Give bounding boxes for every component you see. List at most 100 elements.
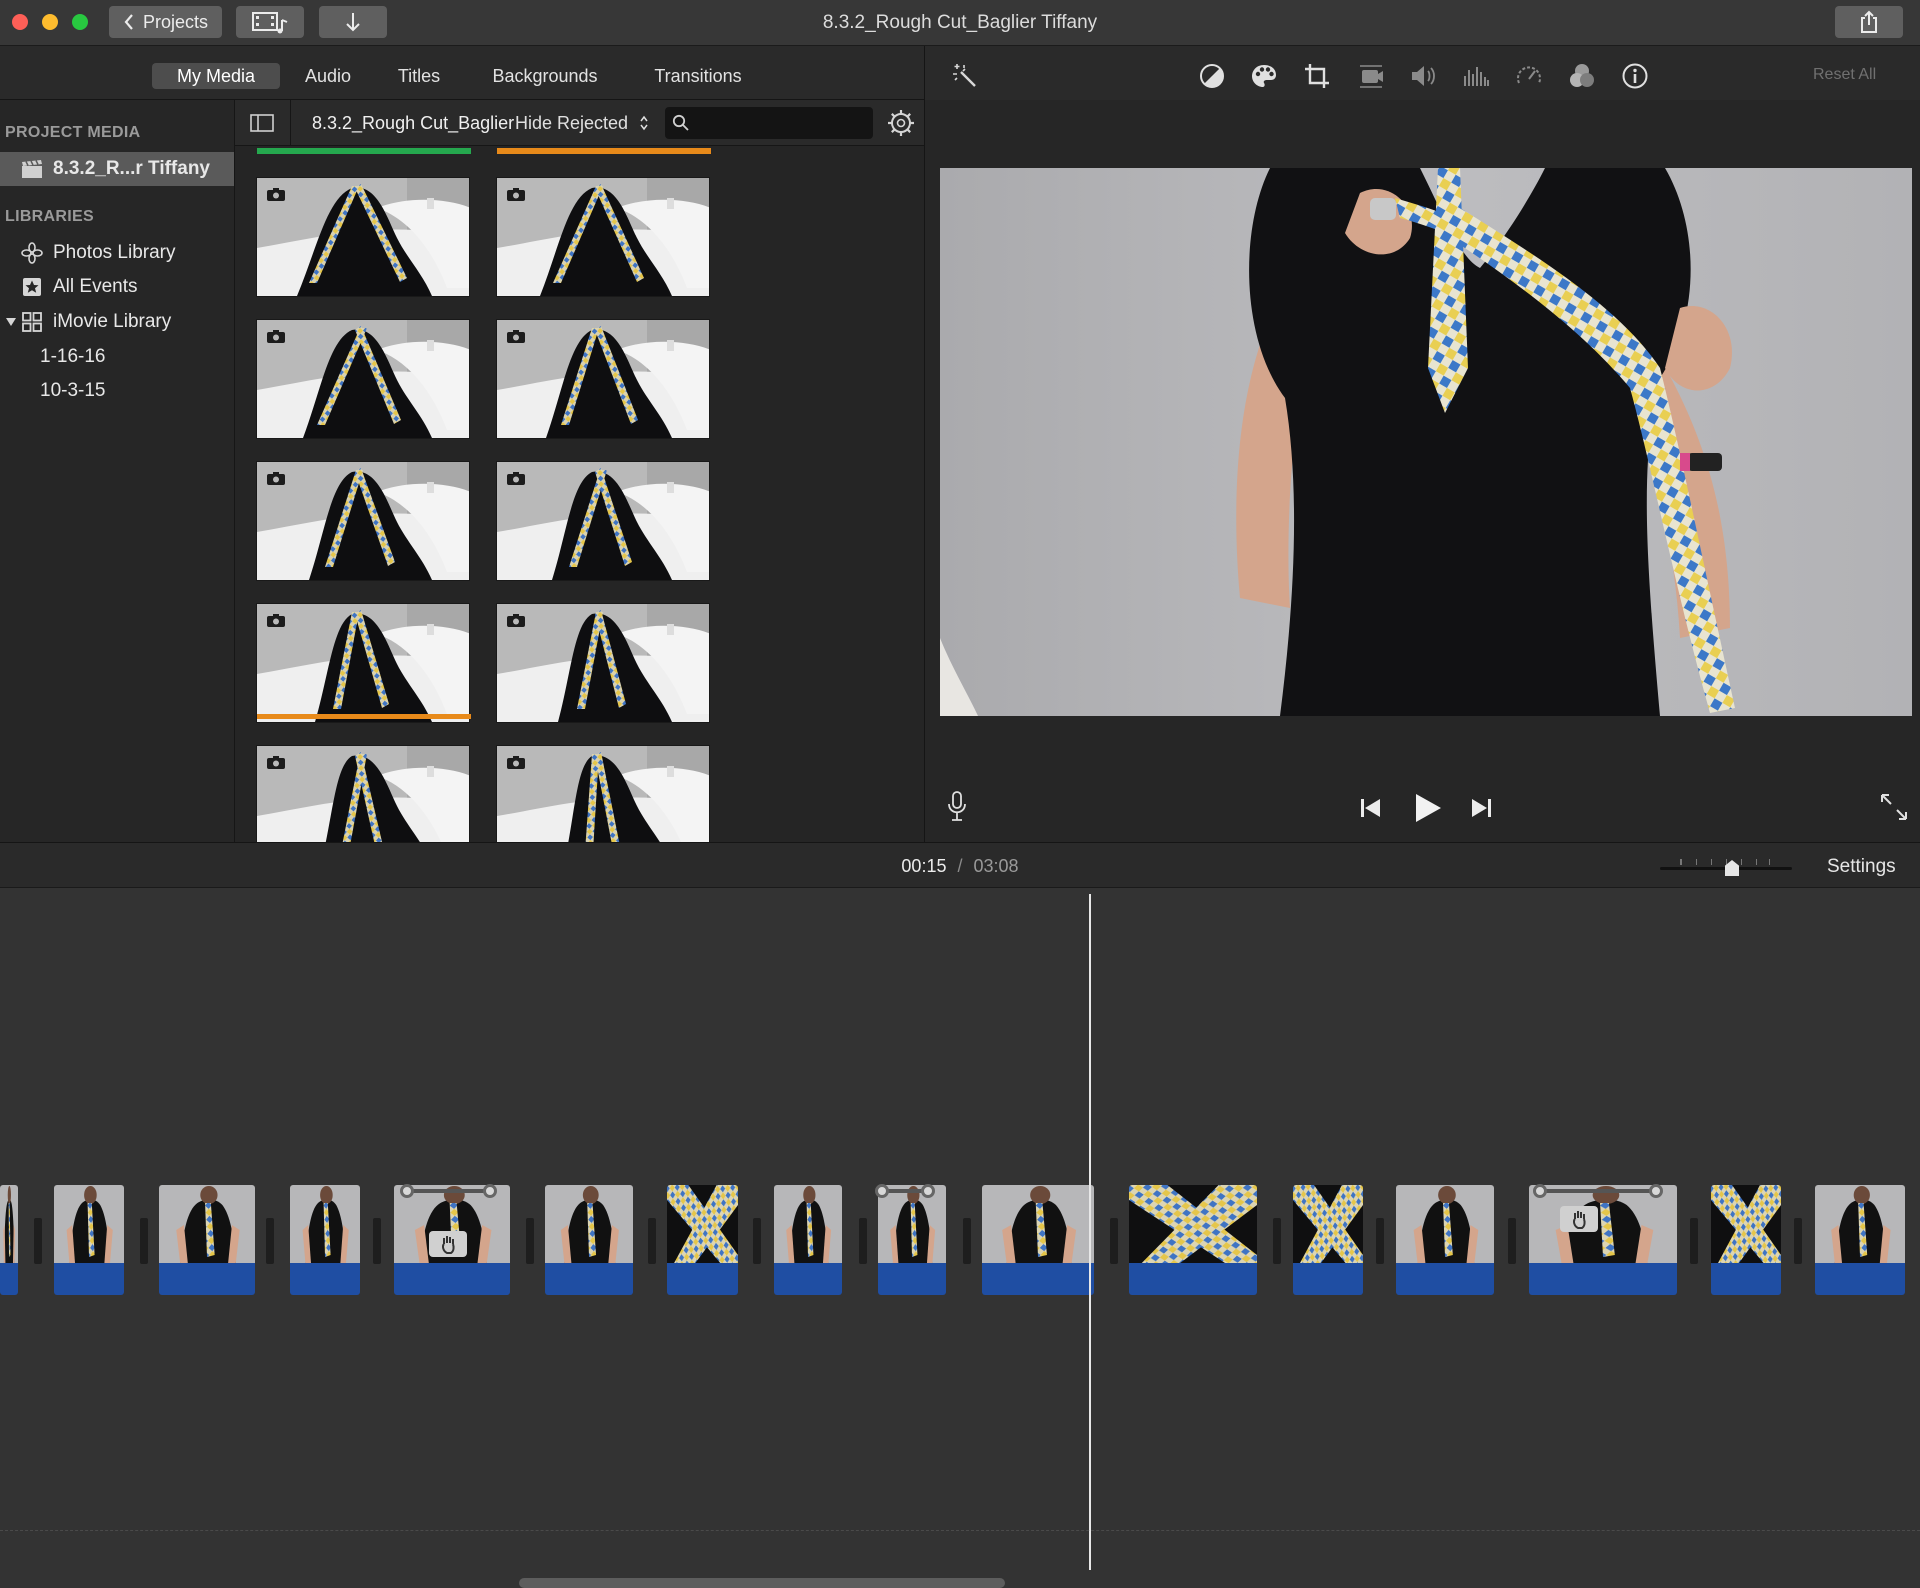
search-input[interactable] (695, 111, 865, 135)
keyframe-marker[interactable] (875, 1184, 889, 1198)
tab-my-media[interactable]: My Media (152, 63, 280, 89)
transition-marker[interactable] (1690, 1218, 1698, 1264)
horizontal-scrollbar[interactable] (519, 1578, 1005, 1588)
timeline-clip[interactable] (1529, 1185, 1677, 1295)
tab-transitions[interactable]: Transitions (640, 63, 756, 89)
timeline-clip[interactable] (1711, 1185, 1781, 1295)
transition-marker[interactable] (373, 1218, 381, 1264)
timeline-clip[interactable] (0, 1185, 18, 1295)
project-timeline[interactable] (0, 888, 1920, 1588)
microphone-icon[interactable] (946, 790, 968, 822)
filter-dropdown[interactable]: Hide Rejected (515, 113, 649, 134)
transition-marker[interactable] (140, 1218, 148, 1264)
play-icon[interactable] (1413, 792, 1443, 824)
media-thumbnail[interactable] (496, 603, 710, 723)
tab-titles[interactable]: Titles (388, 63, 450, 89)
color-palette-icon[interactable] (1250, 62, 1278, 90)
timeline-clip[interactable] (545, 1185, 633, 1295)
keyframe-marker[interactable] (1649, 1184, 1663, 1198)
adjustments-toolbar: Reset All (924, 46, 1920, 100)
timeline-clip[interactable] (667, 1185, 738, 1295)
clip-zoom-slider[interactable] (1660, 855, 1792, 877)
skip-back-icon[interactable] (1359, 797, 1383, 819)
title-bar: Projects 8.3.2_Rough Cut_Baglier Tiffany (0, 0, 1920, 46)
timeline-clip[interactable] (878, 1185, 946, 1295)
sidebar-item-event[interactable]: 10-3-15 (0, 374, 234, 408)
crop-icon[interactable] (1303, 62, 1331, 90)
timeline-clip[interactable] (982, 1185, 1094, 1295)
photo-camera-icon (507, 188, 525, 201)
keyframe-marker[interactable] (400, 1184, 414, 1198)
timeline-clip[interactable] (159, 1185, 255, 1295)
photo-camera-icon (507, 472, 525, 485)
transition-marker[interactable] (753, 1218, 761, 1264)
transition-marker[interactable] (859, 1218, 867, 1264)
import-button[interactable] (319, 6, 387, 38)
timeline-clip[interactable] (290, 1185, 360, 1295)
equalizer-icon[interactable] (1462, 62, 1490, 90)
animation-keyframe-bar[interactable] (407, 1189, 490, 1193)
used-clip-marker (257, 148, 471, 154)
timeline-settings-button[interactable]: Settings (1827, 856, 1896, 878)
photos-flower-icon (20, 241, 44, 265)
close-window-button[interactable] (12, 14, 28, 30)
keyframe-marker[interactable] (1533, 1184, 1547, 1198)
sidebar-item-all-events[interactable]: All Events (0, 270, 234, 304)
timeline-clip[interactable] (1293, 1185, 1363, 1295)
media-thumbnail[interactable] (256, 603, 470, 723)
media-library-toggle-button[interactable] (236, 6, 304, 38)
skip-forward-icon[interactable] (1469, 797, 1493, 819)
keyframe-marker[interactable] (921, 1184, 935, 1198)
keyframe-marker[interactable] (483, 1184, 497, 1198)
transition-marker[interactable] (526, 1218, 534, 1264)
playhead[interactable] (1089, 894, 1091, 1570)
media-thumbnail[interactable] (496, 177, 710, 297)
fullscreen-icon[interactable] (1880, 793, 1908, 821)
media-thumbnail[interactable] (256, 319, 470, 439)
transition-marker[interactable] (648, 1218, 656, 1264)
timeline-clip[interactable] (1129, 1185, 1257, 1295)
timeline-clip[interactable] (54, 1185, 124, 1295)
timeline-clip[interactable] (1396, 1185, 1494, 1295)
tab-backgrounds[interactable]: Backgrounds (478, 63, 612, 89)
sidebar-item-project[interactable]: 8.3.2_R...r Tiffany (0, 152, 234, 186)
media-thumbnail[interactable] (256, 461, 470, 581)
sidebar-item-imovie-library[interactable]: iMovie Library (0, 305, 234, 339)
transition-marker[interactable] (34, 1218, 42, 1264)
magic-wand-icon[interactable] (951, 62, 979, 90)
transition-marker[interactable] (1110, 1218, 1118, 1264)
sidebar-item-label: 1-16-16 (40, 346, 106, 367)
photo-camera-icon (267, 330, 285, 343)
volume-icon[interactable] (1409, 62, 1437, 90)
media-thumbnail[interactable] (256, 177, 470, 297)
transition-marker[interactable] (1273, 1218, 1281, 1264)
transition-marker[interactable] (266, 1218, 274, 1264)
gear-icon[interactable] (887, 109, 915, 137)
sidebar-item-event[interactable]: 1-16-16 (0, 340, 234, 374)
tab-audio[interactable]: Audio (294, 63, 362, 89)
speed-gauge-icon[interactable] (1515, 62, 1543, 90)
reset-all-button[interactable]: Reset All (1813, 66, 1876, 84)
zoom-window-button[interactable] (72, 14, 88, 30)
filter-circles-icon[interactable] (1568, 62, 1596, 90)
transition-marker[interactable] (963, 1218, 971, 1264)
media-thumbnail[interactable] (496, 319, 710, 439)
stabilization-camera-icon[interactable] (1357, 62, 1385, 90)
color-balance-icon[interactable] (1198, 62, 1226, 90)
projects-button[interactable]: Projects (109, 6, 222, 38)
sidebar-item-photos-library[interactable]: Photos Library (0, 236, 234, 270)
minimize-window-button[interactable] (42, 14, 58, 30)
transition-marker[interactable] (1794, 1218, 1802, 1264)
animation-keyframe-bar[interactable] (1540, 1189, 1656, 1193)
timeline-clip[interactable] (1815, 1185, 1905, 1295)
search-field[interactable] (665, 107, 873, 139)
transition-marker[interactable] (1508, 1218, 1516, 1264)
disclosure-triangle-icon[interactable] (5, 317, 17, 327)
sidebar-toggle-icon[interactable] (250, 114, 274, 132)
projects-button-label: Projects (142, 11, 209, 32)
info-icon[interactable] (1621, 62, 1649, 90)
share-button[interactable] (1835, 6, 1903, 38)
timeline-clip[interactable] (774, 1185, 842, 1295)
transition-marker[interactable] (1376, 1218, 1384, 1264)
media-thumbnail[interactable] (496, 461, 710, 581)
